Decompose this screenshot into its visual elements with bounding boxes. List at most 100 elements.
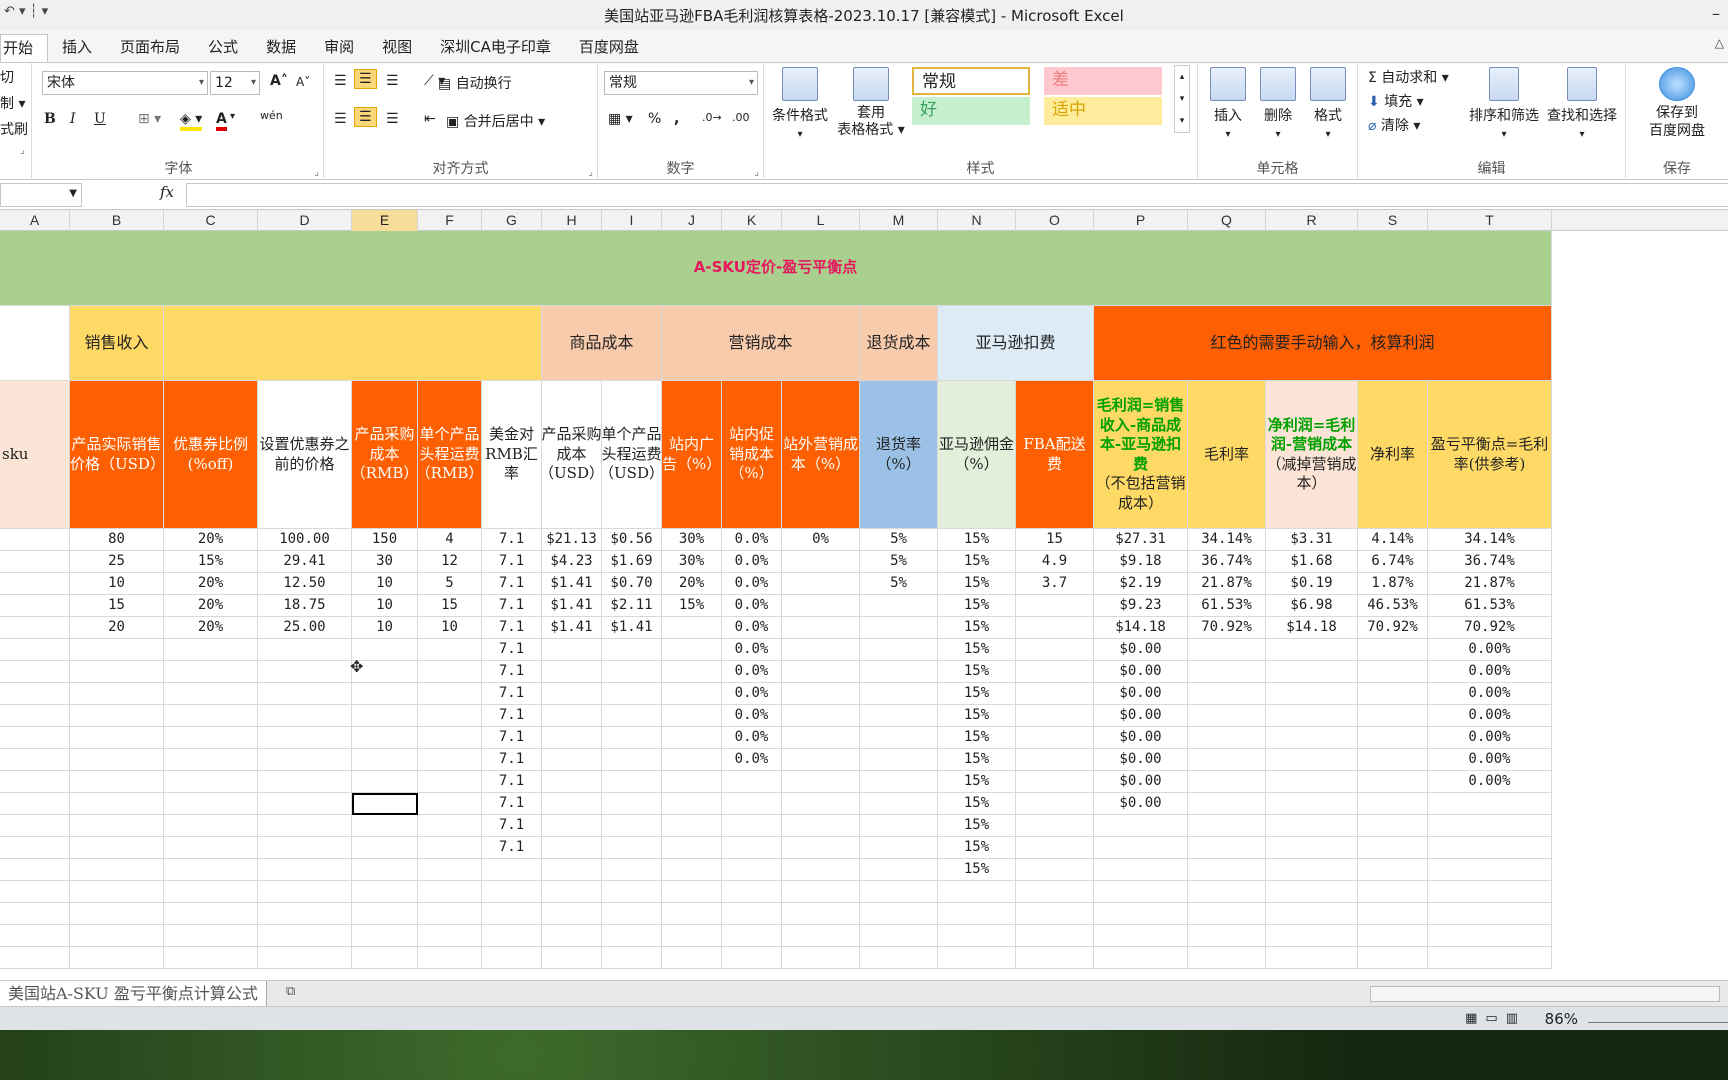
cell-r8[interactable] (1266, 683, 1358, 705)
cell-empty[interactable] (602, 925, 662, 947)
cell-m13[interactable] (860, 793, 938, 815)
phonetic-button[interactable]: wén (260, 109, 283, 122)
cell-o10[interactable] (1016, 727, 1094, 749)
cell-empty[interactable] (352, 903, 418, 925)
cell-t2[interactable]: 36.74% (1428, 551, 1552, 573)
cell-h9[interactable] (542, 705, 602, 727)
cell-h11[interactable] (542, 749, 602, 771)
group-header-product-cost[interactable]: 商品成本 (542, 306, 662, 381)
cell-f8[interactable] (418, 683, 482, 705)
cell-d14[interactable] (258, 815, 352, 837)
cell-f9[interactable] (418, 705, 482, 727)
cell-o13[interactable] (1016, 793, 1094, 815)
column-header-i[interactable]: I (602, 210, 662, 231)
cell-empty[interactable] (352, 925, 418, 947)
cell-empty[interactable] (70, 947, 164, 969)
cell-g8[interactable]: 7.1 (482, 683, 542, 705)
column-title-b[interactable]: 产品实际销售价格（USD） (70, 381, 164, 529)
cut-button[interactable]: 切 (0, 67, 14, 87)
cell-b2[interactable]: 25 (70, 551, 164, 573)
cell-empty[interactable] (542, 903, 602, 925)
normal-view-icon[interactable]: ▦ (1465, 1011, 1477, 1026)
cell-r1[interactable]: $3.31 (1266, 529, 1358, 551)
cell-b9[interactable] (70, 705, 164, 727)
cell-empty[interactable] (482, 925, 542, 947)
insert-sheet-icon[interactable]: ⧉ (286, 984, 295, 999)
cell-l10[interactable] (782, 727, 860, 749)
cell-i8[interactable] (602, 683, 662, 705)
column-title-e[interactable]: 产品采购成本（RMB） (352, 381, 418, 529)
cell-m6[interactable] (860, 639, 938, 661)
cell-c12[interactable] (164, 771, 258, 793)
cell-empty[interactable] (1016, 925, 1094, 947)
column-title-g[interactable]: 美金对RMB汇率 (482, 381, 542, 529)
cell-k8[interactable]: 0.0% (722, 683, 782, 705)
cell-e16[interactable] (352, 859, 418, 881)
group-header-marketing-cost[interactable]: 营销成本 (662, 306, 860, 381)
cell-e13[interactable] (352, 793, 418, 815)
cell-b11[interactable] (70, 749, 164, 771)
cell-g10[interactable]: 7.1 (482, 727, 542, 749)
cell-k16[interactable] (722, 859, 782, 881)
cell-h6[interactable] (542, 639, 602, 661)
cell-b16[interactable] (70, 859, 164, 881)
cell-s6[interactable] (1358, 639, 1428, 661)
cell-h12[interactable] (542, 771, 602, 793)
accounting-format-icon[interactable]: ▦ ▾ (608, 111, 633, 127)
cell-empty[interactable] (542, 925, 602, 947)
cell-p6[interactable]: $0.00 (1094, 639, 1188, 661)
cell-f2[interactable]: 12 (418, 551, 482, 573)
cell-i4[interactable]: $2.11 (602, 595, 662, 617)
column-title-p[interactable]: 毛利润=销售收入-商品成本-亚马逊扣费 （不包括营销成本） (1094, 381, 1188, 529)
cell-empty[interactable] (602, 881, 662, 903)
cell-i9[interactable] (602, 705, 662, 727)
cell-k5[interactable]: 0.0% (722, 617, 782, 639)
cell-m14[interactable] (860, 815, 938, 837)
cell-p8[interactable]: $0.00 (1094, 683, 1188, 705)
cell-empty[interactable] (1428, 881, 1552, 903)
cell-p3[interactable]: $2.19 (1094, 573, 1188, 595)
column-title-i[interactable]: 单个产品头程运费（USD） (602, 381, 662, 529)
cell-empty[interactable] (1016, 947, 1094, 969)
cell-t13[interactable] (1428, 793, 1552, 815)
cell-c11[interactable] (164, 749, 258, 771)
cell-k15[interactable] (722, 837, 782, 859)
cell-l11[interactable] (782, 749, 860, 771)
cell-o1[interactable]: 15 (1016, 529, 1094, 551)
cell-s4[interactable]: 46.53% (1358, 595, 1428, 617)
column-header-j[interactable]: J (662, 210, 722, 231)
cell-k13[interactable] (722, 793, 782, 815)
cell-n16[interactable]: 15% (938, 859, 1016, 881)
cell-i10[interactable] (602, 727, 662, 749)
column-title-o[interactable]: FBA配送费 (1016, 381, 1094, 529)
cell-n11[interactable]: 15% (938, 749, 1016, 771)
column-title-l[interactable]: 站外营销成本（%） (782, 381, 860, 529)
cell-empty[interactable] (860, 881, 938, 903)
cell-g9[interactable]: 7.1 (482, 705, 542, 727)
style-bad[interactable]: 差 (1044, 67, 1162, 95)
cell-q10[interactable] (1188, 727, 1266, 749)
column-title-j[interactable]: 站内广告（%） (662, 381, 722, 529)
cell-q12[interactable] (1188, 771, 1266, 793)
sheet-tab-active[interactable]: 美国站A-SKU 盈亏平衡点计算公式 (0, 981, 267, 1006)
cell-l15[interactable] (782, 837, 860, 859)
cell-g5[interactable]: 7.1 (482, 617, 542, 639)
cell-empty[interactable] (164, 881, 258, 903)
tab-7[interactable]: 深圳CA电子印章 (426, 34, 565, 62)
cell-p4[interactable]: $9.23 (1094, 595, 1188, 617)
column-header-b[interactable]: B (70, 210, 164, 231)
align-right-icon[interactable]: ☰ (386, 111, 399, 127)
group-header-amazon-fee[interactable]: 亚马逊扣费 (938, 306, 1094, 381)
cell-n8[interactable]: 15% (938, 683, 1016, 705)
column-title-t[interactable]: 盈亏平衡点=毛利率(供参考) (1428, 381, 1552, 529)
cell-s16[interactable] (1358, 859, 1428, 881)
cell-g11[interactable]: 7.1 (482, 749, 542, 771)
cell-a1[interactable] (0, 529, 70, 551)
cell-d9[interactable] (258, 705, 352, 727)
cell-l2[interactable] (782, 551, 860, 573)
cell-t12[interactable]: 0.00% (1428, 771, 1552, 793)
cell-q5[interactable]: 70.92% (1188, 617, 1266, 639)
cell-p15[interactable] (1094, 837, 1188, 859)
cell-f3[interactable]: 5 (418, 573, 482, 595)
cell-empty[interactable] (722, 925, 782, 947)
